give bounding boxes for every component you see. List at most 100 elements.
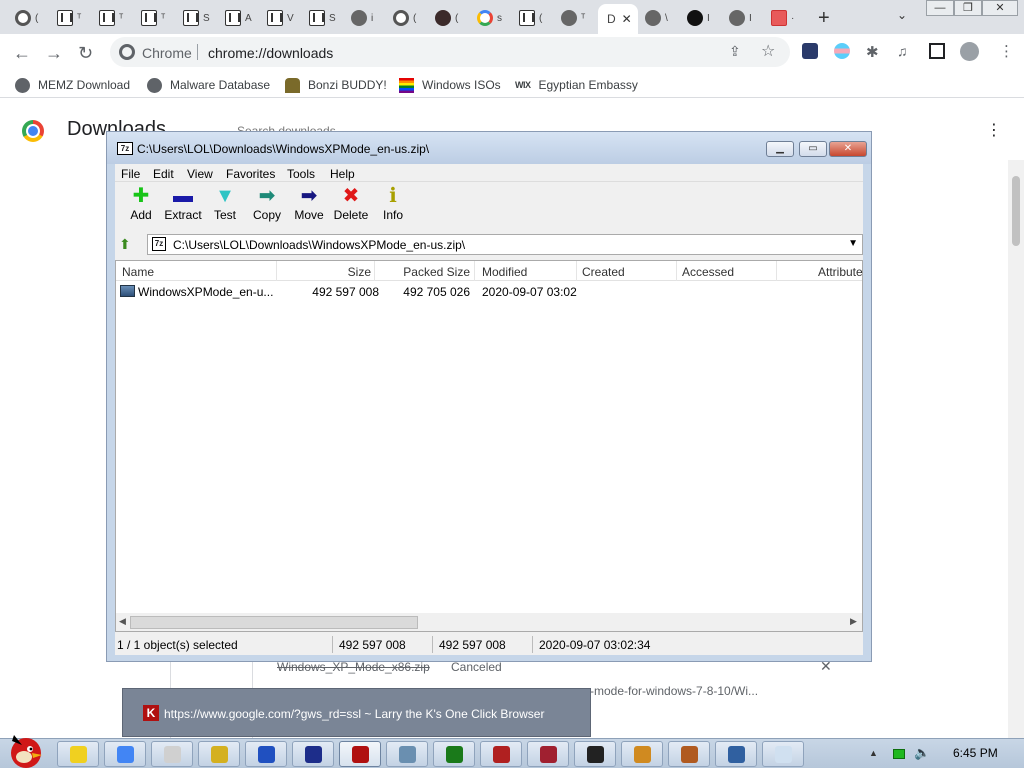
taskbar-app-font[interactable] xyxy=(292,741,334,767)
7zip-title-bar[interactable]: 7z C:\Users\LOL\Downloads\WindowsXPMode_… xyxy=(107,132,871,164)
tab-search-button[interactable]: ⌄ xyxy=(897,8,907,22)
taskbar-app-tree[interactable] xyxy=(433,741,475,767)
taskbar-app-notes[interactable] xyxy=(57,741,99,767)
close-button[interactable]: ✕ xyxy=(982,0,1018,16)
menu-favorites[interactable]: Favorites xyxy=(226,167,275,181)
7zip-minimize-button[interactable]: ▁ xyxy=(766,141,794,157)
column-divider[interactable] xyxy=(374,261,375,281)
bookmark-malware-database[interactable]: Malware Database xyxy=(147,76,270,94)
taskbar-app-spider[interactable] xyxy=(480,741,522,767)
maximize-button[interactable]: ❐ xyxy=(954,0,982,16)
forward-arrow-icon[interactable]: → xyxy=(45,43,63,64)
flag-extension-icon[interactable] xyxy=(834,43,850,59)
column-header-size[interactable]: Size xyxy=(286,265,371,279)
column-divider[interactable] xyxy=(676,261,677,281)
menu-edit[interactable]: Edit xyxy=(153,167,174,181)
tab-5[interactable]: S xyxy=(178,4,213,32)
tab-13[interactable]: ( xyxy=(514,4,549,32)
column-header-accessed[interactable]: Accessed xyxy=(682,265,772,279)
tab-3[interactable]: ᵀ xyxy=(94,4,129,32)
angry-bird-start-icon[interactable] xyxy=(2,731,48,768)
7zip-close-button[interactable]: ✕ xyxy=(829,141,867,157)
taskbar-app-rocket[interactable] xyxy=(715,741,757,767)
downloads-menu-icon[interactable]: ⋮ xyxy=(986,120,1002,140)
download-entry-filename[interactable]: Windows_XP_Mode_x86.zip xyxy=(277,660,430,674)
bookmark-memz[interactable]: MEMZ Download xyxy=(15,76,130,94)
back-arrow-icon[interactable]: ← xyxy=(13,43,31,64)
scroll-left-icon[interactable]: ◀ xyxy=(119,616,126,627)
new-tab-button[interactable]: + xyxy=(818,7,830,30)
info-button[interactable]: ℹ Info xyxy=(371,185,415,222)
scrollbar-thumb[interactable] xyxy=(1012,176,1020,246)
taskbar-app-badge[interactable] xyxy=(527,741,569,767)
move-button[interactable]: ➡ Move xyxy=(287,185,331,222)
column-header-modified[interactable]: Modified xyxy=(482,265,572,279)
download-entry-url[interactable]: -mode-for-windows-7-8-10/Wi... xyxy=(590,684,758,698)
taskbar-app-help[interactable] xyxy=(245,741,287,767)
tab-16[interactable]: I xyxy=(682,4,717,32)
profile-avatar-icon[interactable] xyxy=(960,42,979,61)
tab-11[interactable]: ( xyxy=(430,4,465,32)
column-divider[interactable] xyxy=(776,261,777,281)
battery-icon[interactable] xyxy=(893,749,905,759)
extract-button[interactable]: ▬ Extract xyxy=(161,185,205,222)
side-panel-icon[interactable] xyxy=(929,43,945,59)
column-header-attribute[interactable]: Attribute xyxy=(818,265,878,279)
tab-close-icon[interactable]: ✕ xyxy=(622,12,632,26)
bookmark-windows-isos[interactable]: Windows ISOs xyxy=(399,76,501,94)
tab-9[interactable]: i xyxy=(346,4,381,32)
address-bar[interactable]: Chrome chrome://downloads ⇪ ☆ xyxy=(110,37,790,67)
menu-view[interactable]: View xyxy=(187,167,213,181)
taskbar-app-chrome[interactable] xyxy=(104,741,146,767)
tab-10[interactable]: ( xyxy=(388,4,423,32)
add-button[interactable]: ✚ Add xyxy=(119,185,163,222)
tab-15[interactable]: \ xyxy=(640,4,675,32)
7zip-maximize-button[interactable]: ▭ xyxy=(799,141,827,157)
tab-17[interactable]: I xyxy=(724,4,759,32)
extensions-puzzle-icon[interactable]: ✱ xyxy=(866,43,882,61)
menu-help[interactable]: Help xyxy=(330,167,355,181)
tab-1[interactable]: ( xyxy=(10,4,45,32)
scroll-right-icon[interactable]: ▶ xyxy=(850,616,857,627)
folder-up-icon[interactable]: ⬆ xyxy=(119,236,137,254)
bookmark-bonzi-buddy[interactable]: Bonzi BUDDY! xyxy=(285,76,387,94)
7zip-path-text[interactable]: C:\Users\LOL\Downloads\WindowsXPMode_en-… xyxy=(173,238,465,252)
menu-file[interactable]: File xyxy=(121,167,140,181)
bookmark-star-icon[interactable]: ☆ xyxy=(761,41,775,61)
larry-browser-popup[interactable]: K https://www.google.com/?gws_rd=ssl ~ L… xyxy=(122,688,591,737)
chevron-down-icon[interactable]: ▼ xyxy=(848,238,858,249)
taskbar-app-bottle[interactable] xyxy=(621,741,663,767)
taskbar-app-tools[interactable] xyxy=(668,741,710,767)
taskbar-app-card[interactable] xyxy=(151,741,193,767)
column-divider[interactable] xyxy=(474,261,475,281)
test-button[interactable]: ▼ Test xyxy=(203,185,247,222)
column-header-created[interactable]: Created xyxy=(582,265,672,279)
tab-18[interactable]: · xyxy=(766,4,801,32)
scrollbar-thumb[interactable] xyxy=(130,616,418,629)
column-divider[interactable] xyxy=(576,261,577,281)
copy-button[interactable]: ➡ Copy xyxy=(245,185,289,222)
tab-downloads-active[interactable]: D ✕ xyxy=(598,4,638,34)
minimize-button[interactable]: — xyxy=(926,0,954,16)
tab-7[interactable]: V xyxy=(262,4,297,32)
column-header-packed-size[interactable]: Packed Size xyxy=(376,265,470,279)
tab-14[interactable]: ᵀ xyxy=(556,4,591,32)
7zip-horizontal-scrollbar[interactable]: ◀ ▶ xyxy=(116,613,862,631)
share-icon[interactable]: ⇪ xyxy=(729,43,741,60)
taskbar-app-7zip[interactable] xyxy=(574,741,616,767)
tab-4[interactable]: ᵀ xyxy=(136,4,171,32)
tab-8[interactable]: S xyxy=(304,4,339,32)
media-control-icon[interactable]: ♫ xyxy=(897,43,913,59)
clock[interactable]: 6:45 PM xyxy=(953,746,998,760)
column-header-name[interactable]: Name xyxy=(122,265,272,279)
taskbar-app-coin[interactable] xyxy=(198,741,240,767)
bookmark-egyptian-embassy[interactable]: WIX Egyptian Embassy xyxy=(515,76,638,94)
taskbar-app-monkey[interactable] xyxy=(386,741,428,767)
show-hidden-icons-button[interactable]: ▲ xyxy=(869,748,878,758)
taskbar-app-larry-browser[interactable] xyxy=(339,741,381,767)
volume-icon[interactable]: 🔈 xyxy=(914,745,930,761)
7zip-path-input[interactable]: 7z C:\Users\LOL\Downloads\WindowsXPMode_… xyxy=(147,234,863,255)
delete-button[interactable]: ✖ Delete xyxy=(329,185,373,222)
menu-tools[interactable]: Tools xyxy=(287,167,315,181)
url-text[interactable]: chrome://downloads xyxy=(208,45,333,61)
